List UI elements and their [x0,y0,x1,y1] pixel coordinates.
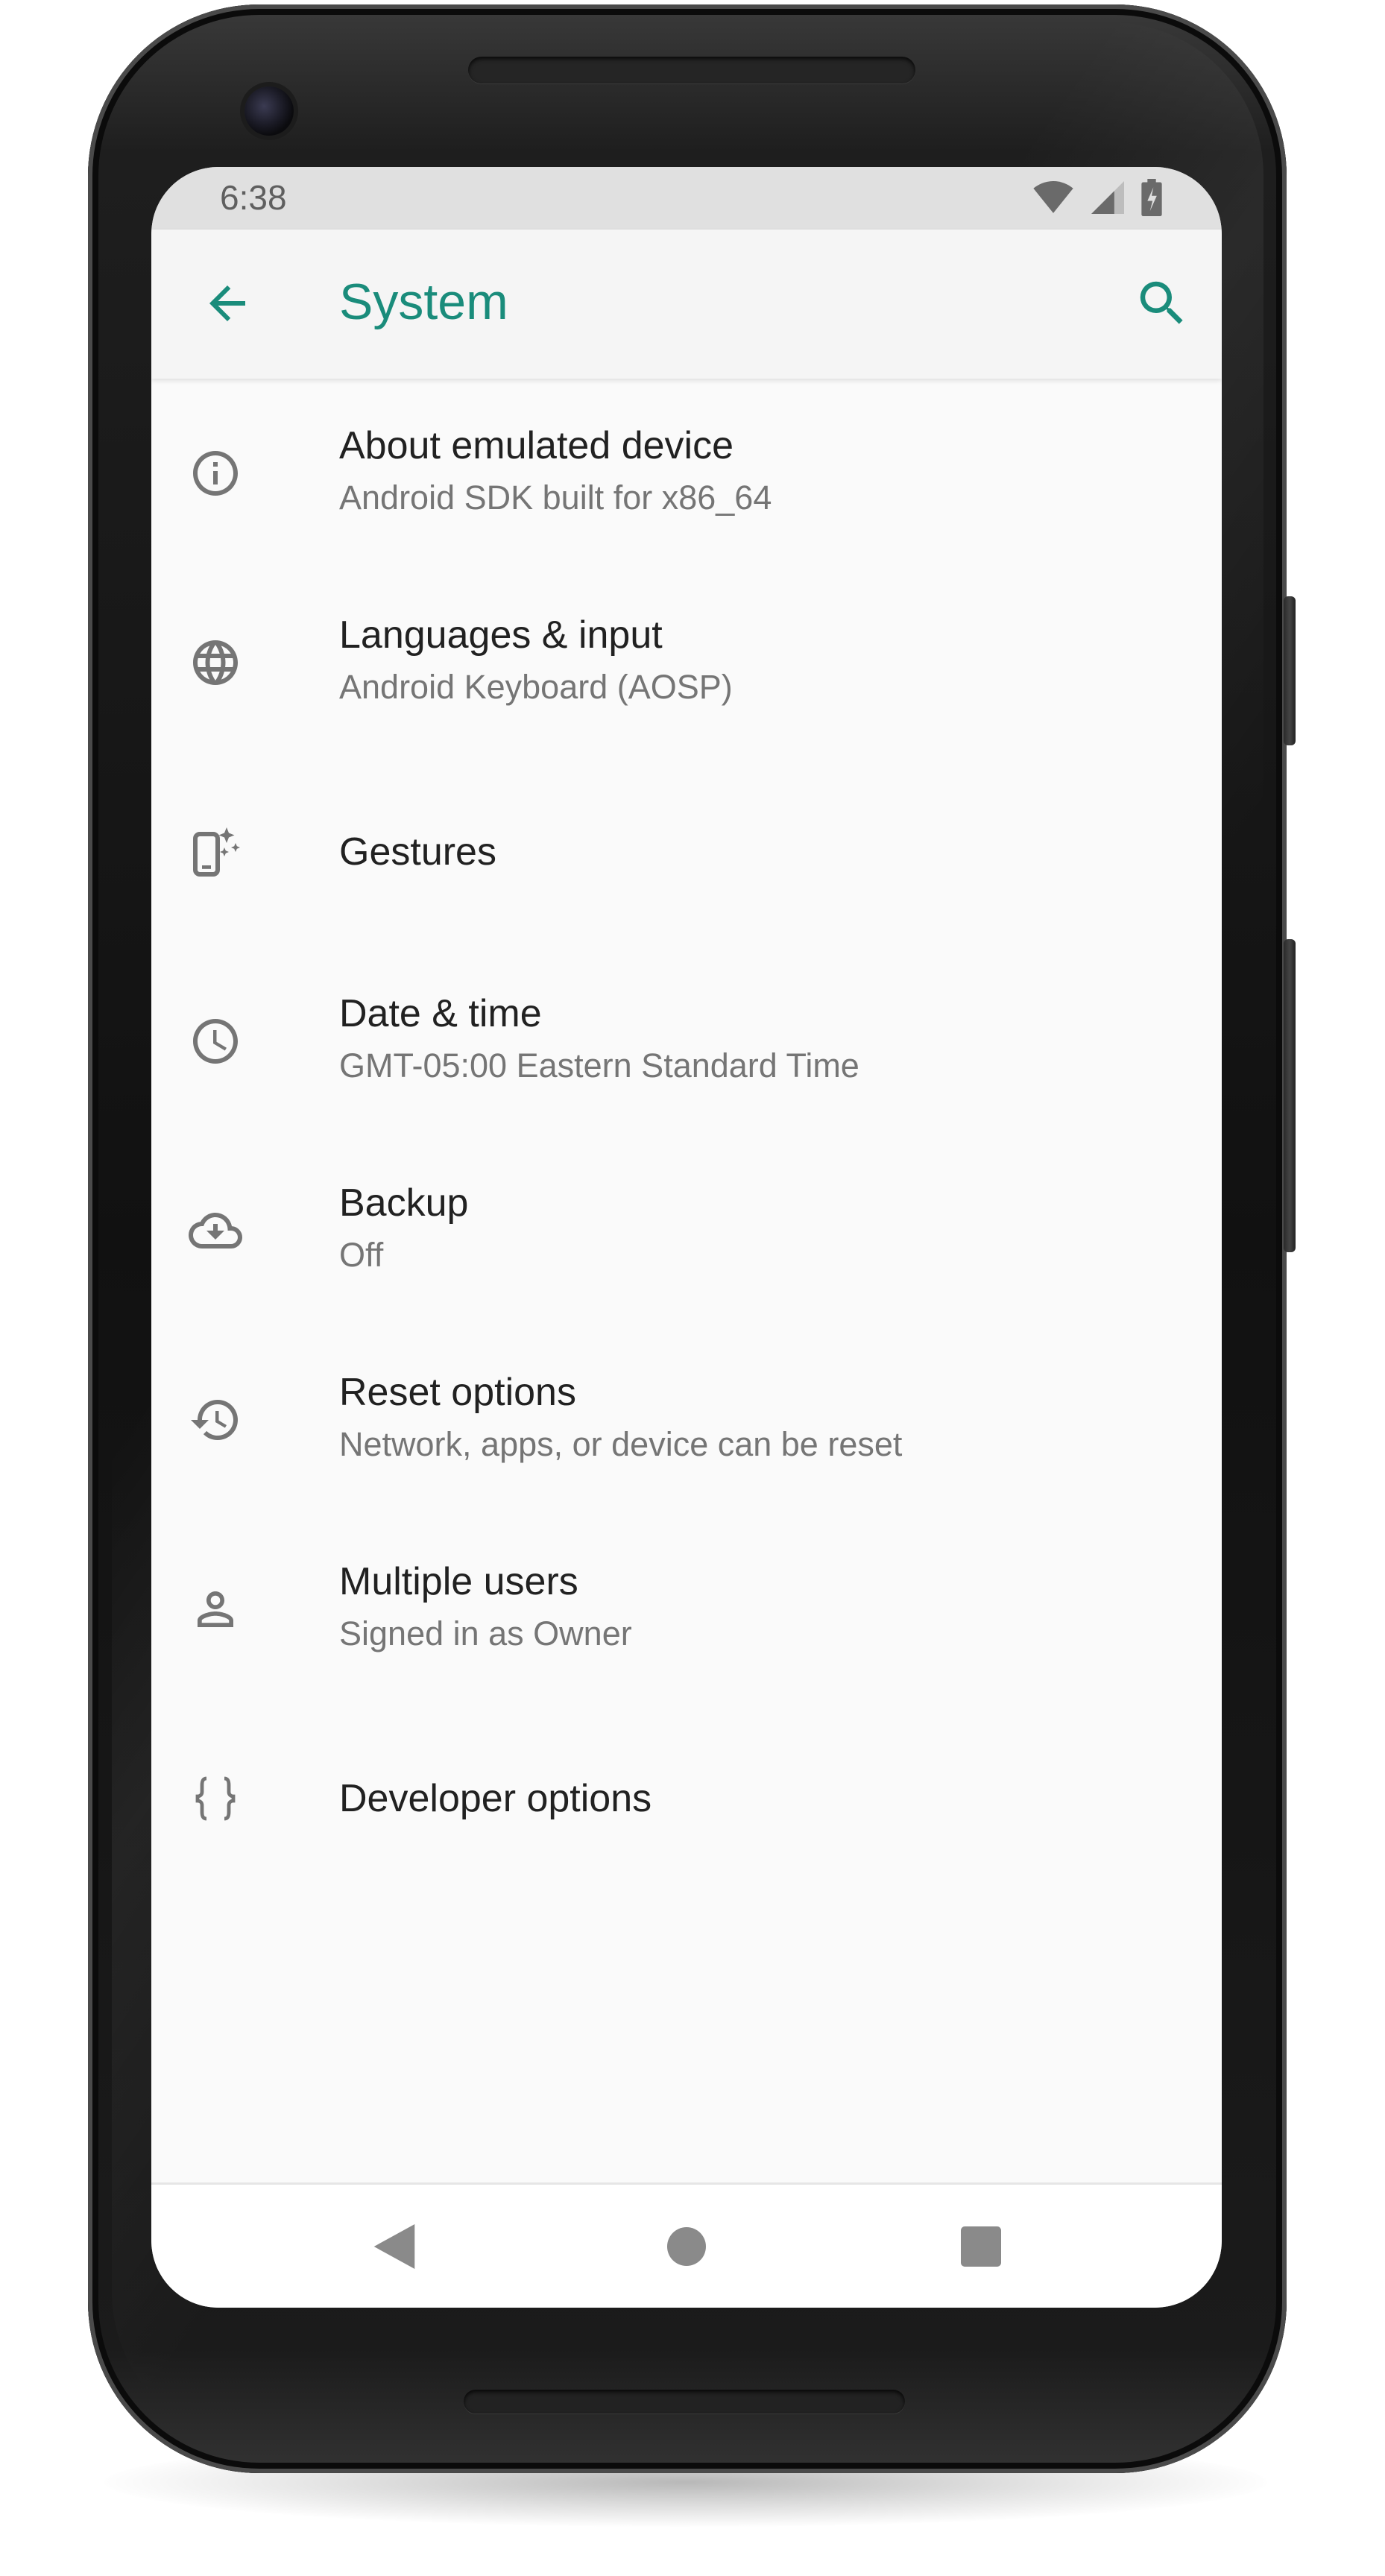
setting-title: Developer options [339,1777,652,1820]
setting-title: Backup [339,1181,469,1225]
setting-subtitle: Signed in as Owner [339,1614,632,1652]
nav-back-button[interactable] [356,2209,433,2286]
search-icon [1133,274,1191,335]
setting-gestures[interactable]: Gestures [151,757,1222,947]
navigation-bar [151,2182,1222,2308]
setting-subtitle: Android Keyboard (AOSP) [339,668,733,706]
gestures-phone-icon [189,825,242,879]
back-button[interactable] [192,268,263,340]
app-bar: System [151,230,1222,379]
cell-signal-icon [1091,180,1125,218]
braces-icon [189,1772,242,1825]
nav-recents-icon [961,2226,1001,2269]
device-mockup: 6:38 System About emulated device Androi… [0,0,1385,2576]
status-time: 6:38 [220,178,287,217]
front-camera [244,86,294,136]
bottom-speaker [464,2390,905,2414]
setting-title: Reset options [339,1371,576,1414]
setting-title: About emulated device [339,424,734,467]
settings-list: About emulated device Android SDK built … [151,379,1222,1893]
back-arrow-icon [201,277,254,332]
globe-icon [189,636,242,689]
setting-title: Multiple users [339,1560,578,1603]
nav-recents-button[interactable] [942,2209,1020,2286]
setting-subtitle: Android SDK built for x86_64 [339,479,772,517]
info-icon [189,446,242,500]
setting-multiple-users[interactable]: Multiple users Signed in as Owner [151,1515,1222,1704]
nav-home-icon [667,2226,706,2268]
nav-home-button[interactable] [648,2209,725,2286]
setting-languages-input[interactable]: Languages & input Android Keyboard (AOSP… [151,568,1222,757]
search-button[interactable] [1126,268,1198,340]
earpiece-speaker [468,57,915,83]
status-bar: 6:38 [151,167,1222,230]
setting-date-time[interactable]: Date & time GMT-05:00 Eastern Standard T… [151,947,1222,1136]
status-icons [1032,178,1162,220]
cloud-backup-icon [189,1204,242,1257]
battery-charging-icon [1141,178,1162,220]
nav-back-icon [373,2223,415,2271]
volume-button [1284,596,1296,745]
setting-about-device[interactable]: About emulated device Android SDK built … [151,379,1222,568]
setting-subtitle: Off [339,1236,384,1274]
person-icon [189,1582,242,1636]
setting-developer-options[interactable]: Developer options [151,1704,1222,1893]
setting-title: Languages & input [339,613,663,657]
wifi-icon [1032,180,1074,218]
setting-title: Date & time [339,992,542,1035]
setting-subtitle: GMT-05:00 Eastern Standard Time [339,1046,859,1085]
power-button [1284,939,1296,1252]
setting-title: Gestures [339,830,496,874]
setting-reset-options[interactable]: Reset options Network, apps, or device c… [151,1325,1222,1515]
history-reset-icon [189,1393,242,1447]
setting-subtitle: Network, apps, or device can be reset [339,1425,903,1463]
setting-backup[interactable]: Backup Off [151,1136,1222,1325]
screen: 6:38 System About emulated device Androi… [151,167,1222,2308]
clock-icon [189,1014,242,1068]
page-title: System [339,274,508,330]
